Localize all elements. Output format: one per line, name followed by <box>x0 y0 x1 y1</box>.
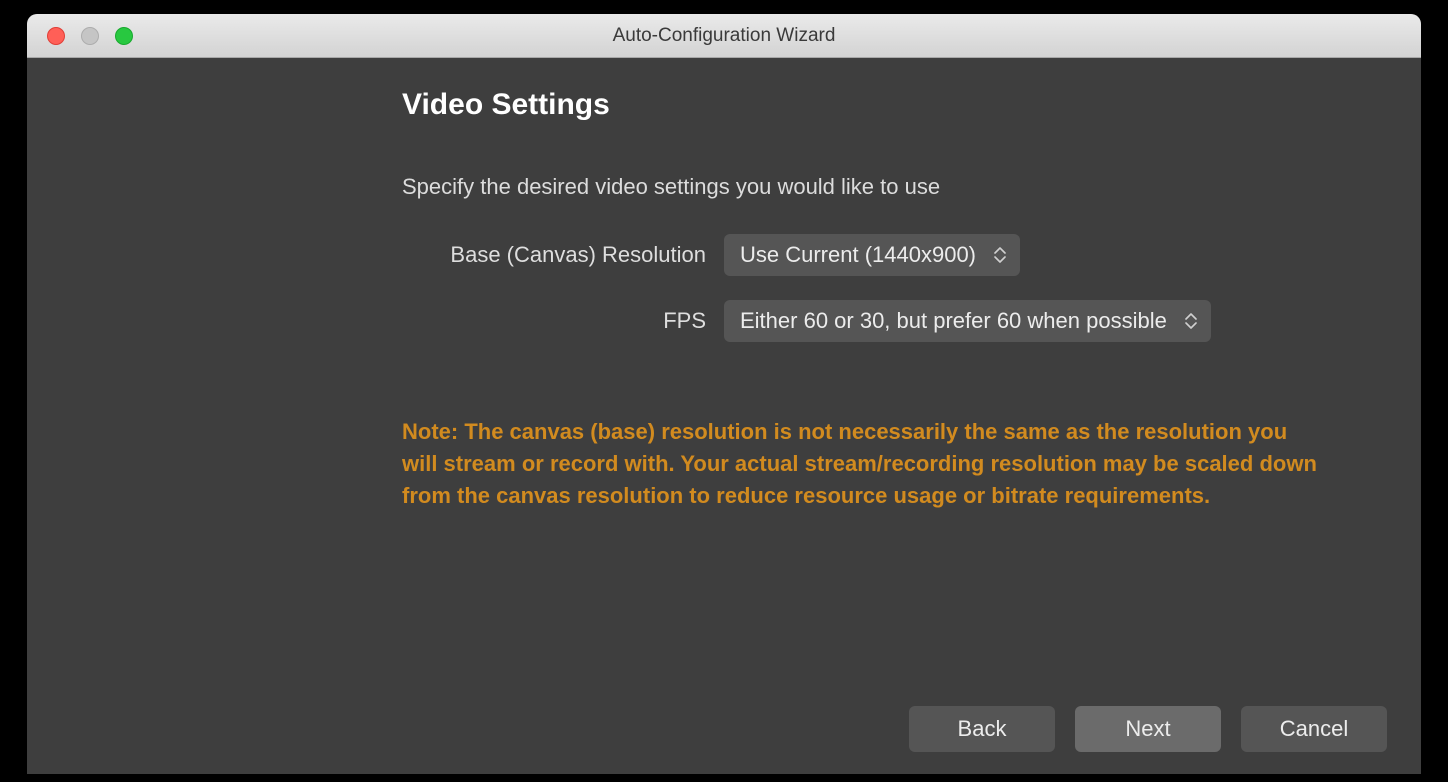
wizard-footer: Back Next Cancel <box>909 706 1387 752</box>
wizard-window: Auto-Configuration Wizard Video Settings… <box>27 14 1421 774</box>
page-subtitle: Specify the desired video settings you w… <box>402 174 1362 200</box>
next-button-label: Next <box>1125 716 1170 742</box>
back-button[interactable]: Back <box>909 706 1055 752</box>
minimize-window-button[interactable] <box>81 27 99 45</box>
resolution-note: Note: The canvas (base) resolution is no… <box>402 416 1322 512</box>
fps-select[interactable]: Either 60 or 30, but prefer 60 when poss… <box>724 300 1211 342</box>
updown-icon <box>988 247 1012 263</box>
resolution-value: Use Current (1440x900) <box>740 242 988 268</box>
cancel-button-label: Cancel <box>1280 716 1348 742</box>
back-button-label: Back <box>958 716 1007 742</box>
resolution-row: Base (Canvas) Resolution Use Current (14… <box>402 234 1362 276</box>
fps-value: Either 60 or 30, but prefer 60 when poss… <box>740 308 1179 334</box>
resolution-select[interactable]: Use Current (1440x900) <box>724 234 1020 276</box>
cancel-button[interactable]: Cancel <box>1241 706 1387 752</box>
wizard-body: Video Settings Specify the desired video… <box>27 58 1421 774</box>
resolution-label: Base (Canvas) Resolution <box>402 242 724 268</box>
fps-row: FPS Either 60 or 30, but prefer 60 when … <box>402 300 1362 342</box>
close-window-button[interactable] <box>47 27 65 45</box>
fps-label: FPS <box>402 308 724 334</box>
updown-icon <box>1179 313 1203 329</box>
maximize-window-button[interactable] <box>115 27 133 45</box>
titlebar: Auto-Configuration Wizard <box>27 14 1421 58</box>
page-title: Video Settings <box>402 88 1362 122</box>
window-title: Auto-Configuration Wizard <box>27 25 1421 47</box>
next-button[interactable]: Next <box>1075 706 1221 752</box>
window-controls <box>47 27 133 45</box>
